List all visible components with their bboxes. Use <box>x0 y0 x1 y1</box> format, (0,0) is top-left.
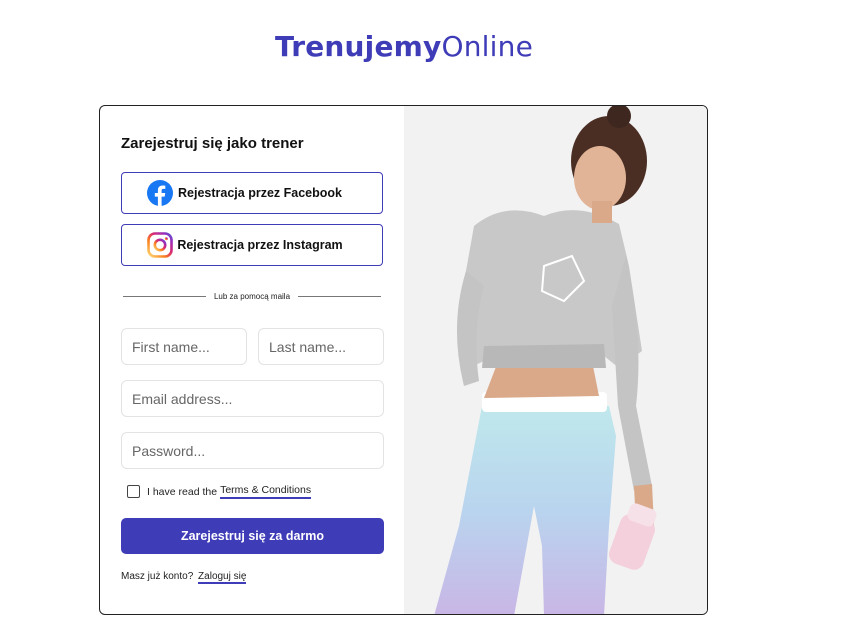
login-row: Masz już konto? Zaloguj się <box>121 571 247 584</box>
email-divider: Lub za pomocą maila <box>123 292 382 301</box>
signup-form: Zarejestruj się jako trener Rejestracja … <box>100 106 404 614</box>
first-name-input[interactable] <box>121 328 247 365</box>
terms-checkbox[interactable] <box>127 485 140 498</box>
hero-photo <box>404 106 707 614</box>
login-prefix: Masz już konto? <box>121 571 194 582</box>
last-name-input[interactable] <box>258 328 384 365</box>
form-title: Zarejestruj się jako trener <box>121 135 304 152</box>
instagram-icon <box>146 231 174 259</box>
terms-link[interactable]: Terms & Conditions <box>220 484 312 499</box>
email-input[interactable] <box>121 380 384 417</box>
terms-row: I have read the Terms & Conditions <box>127 484 312 499</box>
brand-logo-light: Online <box>441 30 534 63</box>
instagram-signup-button[interactable]: Rejestracja przez Instagram <box>121 224 383 266</box>
brand-logo-bold: Trenujemy <box>274 30 442 63</box>
facebook-signup-button[interactable]: Rejestracja przez Facebook <box>121 172 383 214</box>
divider-line-left <box>123 296 206 297</box>
fitness-model-illustration <box>404 106 707 614</box>
terms-prefix: I have read the <box>147 485 218 498</box>
login-link[interactable]: Zaloguj się <box>198 571 247 584</box>
password-input[interactable] <box>121 432 384 469</box>
signup-card: Zarejestruj się jako trener Rejestracja … <box>99 105 708 615</box>
divider-text: Lub za pomocą maila <box>213 292 291 301</box>
divider-line-right <box>298 296 382 297</box>
brand-logo[interactable]: TrenujemyOnline <box>0 30 808 63</box>
facebook-icon <box>146 179 174 207</box>
instagram-signup-label: Rejestracja przez Instagram <box>177 238 343 252</box>
register-submit-button[interactable]: Zarejestruj się za darmo <box>121 518 384 554</box>
facebook-signup-label: Rejestracja przez Facebook <box>178 186 342 200</box>
